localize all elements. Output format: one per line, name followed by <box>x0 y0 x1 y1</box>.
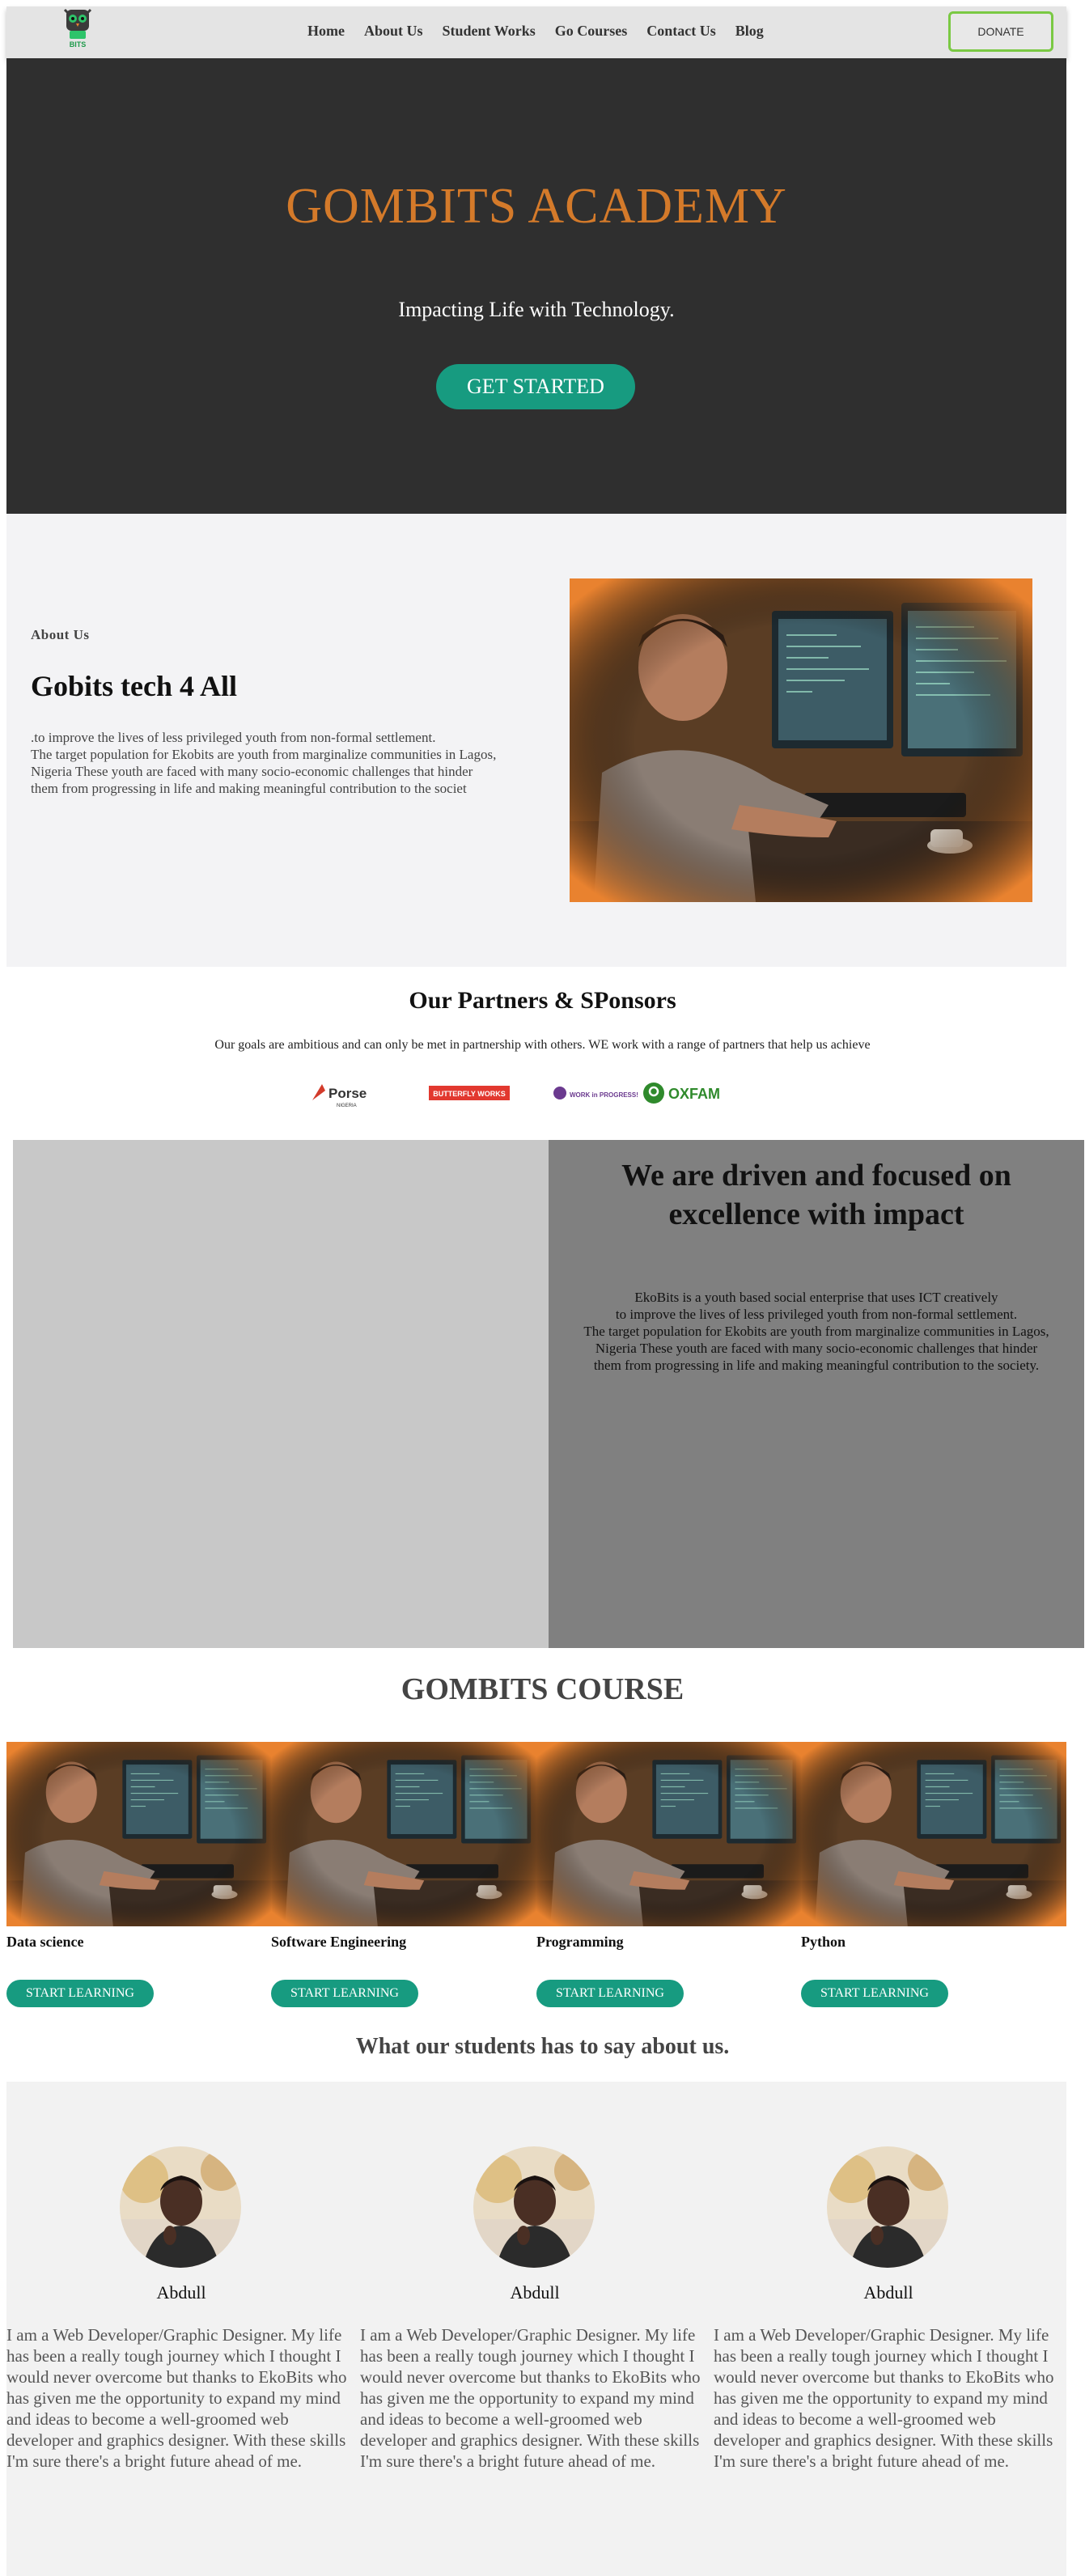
oxfam-logo-text: OXFAM <box>668 1086 720 1102</box>
course-card: Python START LEARNING <box>801 1934 1044 2007</box>
owl-logo-icon <box>63 8 92 39</box>
partners-subtext: Our goals are ambitious and can only be … <box>214 1038 871 1052</box>
site-logo[interactable]: BITS <box>58 6 97 53</box>
partner-logo-butterfly-works[interactable]: BUTTERFLY WORKS <box>429 1086 510 1100</box>
mission-heading: We are driven and focused on excellence … <box>621 1159 1011 1231</box>
courses-title: GOMBITS COURSE <box>401 1672 684 1706</box>
testimonial-quote: I am a Web Developer/Graphic Designer. M… <box>714 2325 1054 2471</box>
porse-logo-subtext: NIGERIA <box>337 1104 357 1108</box>
about-section: About Us Gobits tech 4 All .to improve t… <box>6 514 1066 967</box>
course-title: Python <box>801 1934 846 1950</box>
course-title: Software Engineering <box>271 1934 407 1950</box>
testimonial-quote: I am a Web Developer/Graphic Designer. M… <box>6 2325 347 2471</box>
hero-section: GOMBITS ACADEMY Impacting Life with Tech… <box>6 58 1066 514</box>
testimonial-name: Abdull <box>510 2282 560 2303</box>
start-learning-button[interactable]: START LEARNING <box>271 1980 418 2007</box>
course-card: Programming START LEARNING <box>536 1934 779 2007</box>
logo-text: BITS <box>69 40 87 49</box>
testimonials-section: Abdull I am a Web Developer/Graphic Desi… <box>6 2082 1066 2576</box>
course-title: Programming <box>536 1934 624 1950</box>
main-menu: Home About Us Student Works Go Courses C… <box>307 23 764 40</box>
testimonial-name: Abdull <box>863 2282 913 2303</box>
mission-image-placeholder <box>13 1140 549 1648</box>
partner-logo-oxfam[interactable]: OXFAM <box>643 1083 720 1104</box>
porse-logo-text: Porse <box>328 1086 367 1101</box>
nav-link-about-us[interactable]: About Us <box>364 23 423 40</box>
about-image <box>570 578 1032 902</box>
about-label: About Us <box>31 627 90 642</box>
donate-button[interactable]: DONATE <box>948 11 1053 52</box>
nav-link-home[interactable]: Home <box>307 23 345 40</box>
start-learning-button[interactable]: START LEARNING <box>536 1980 684 2007</box>
butterfly-works-logo-text: BUTTERFLY WORKS <box>433 1090 506 1098</box>
course-card: Software Engineering START LEARNING <box>271 1934 514 2007</box>
course-card: Data science START LEARNING <box>6 1934 249 2007</box>
nav-link-student-works[interactable]: Student Works <box>443 23 536 40</box>
course-image-left <box>6 1742 536 1926</box>
about-heading: Gobits tech 4 All <box>31 670 238 702</box>
nav-link-contact-us[interactable]: Contact Us <box>646 23 716 40</box>
hero-tagline: Impacting Life with Technology. <box>398 298 675 321</box>
testimonial-quote: I am a Web Developer/Graphic Designer. M… <box>360 2325 701 2471</box>
partner-logos: Porse NIGERIA BUTTERFLY WORKS WORK in PR… <box>312 1083 720 1108</box>
get-started-button[interactable]: GET STARTED <box>436 364 635 409</box>
avatar <box>473 2146 595 2268</box>
avatar <box>827 2146 948 2268</box>
mission-section: We are driven and focused on excellence … <box>549 1140 1084 1648</box>
page: BITS Home About Us Student Works Go Cour… <box>0 0 1085 2576</box>
testimonial-name: Abdull <box>156 2282 206 2303</box>
start-learning-button[interactable]: START LEARNING <box>6 1980 154 2007</box>
course-image-right <box>536 1742 1066 1926</box>
nav-link-go-courses[interactable]: Go Courses <box>555 23 628 40</box>
top-nav: BITS Home About Us Student Works Go Cour… <box>6 6 1066 58</box>
course-title: Data science <box>6 1934 84 1950</box>
partner-logo-porse[interactable]: Porse NIGERIA <box>312 1084 367 1108</box>
avatar <box>120 2146 241 2268</box>
partner-logo-work-in-progress[interactable]: WORK in PROGRESS! <box>553 1087 638 1099</box>
about-body: .to improve the lives of less privileged… <box>31 730 497 796</box>
hero-title: GOMBITS ACADEMY <box>286 179 787 234</box>
start-learning-button[interactable]: START LEARNING <box>801 1980 948 2007</box>
testimonials-title: What our students has to say about us. <box>355 2034 730 2059</box>
partners-heading: Our Partners & SPonsors <box>409 987 676 1014</box>
nav-link-blog[interactable]: Blog <box>735 23 764 40</box>
mission-body: EkoBits is a youth based social enterpri… <box>583 1290 1049 1373</box>
work-in-progress-logo-text: WORK in PROGRESS! <box>570 1091 638 1099</box>
